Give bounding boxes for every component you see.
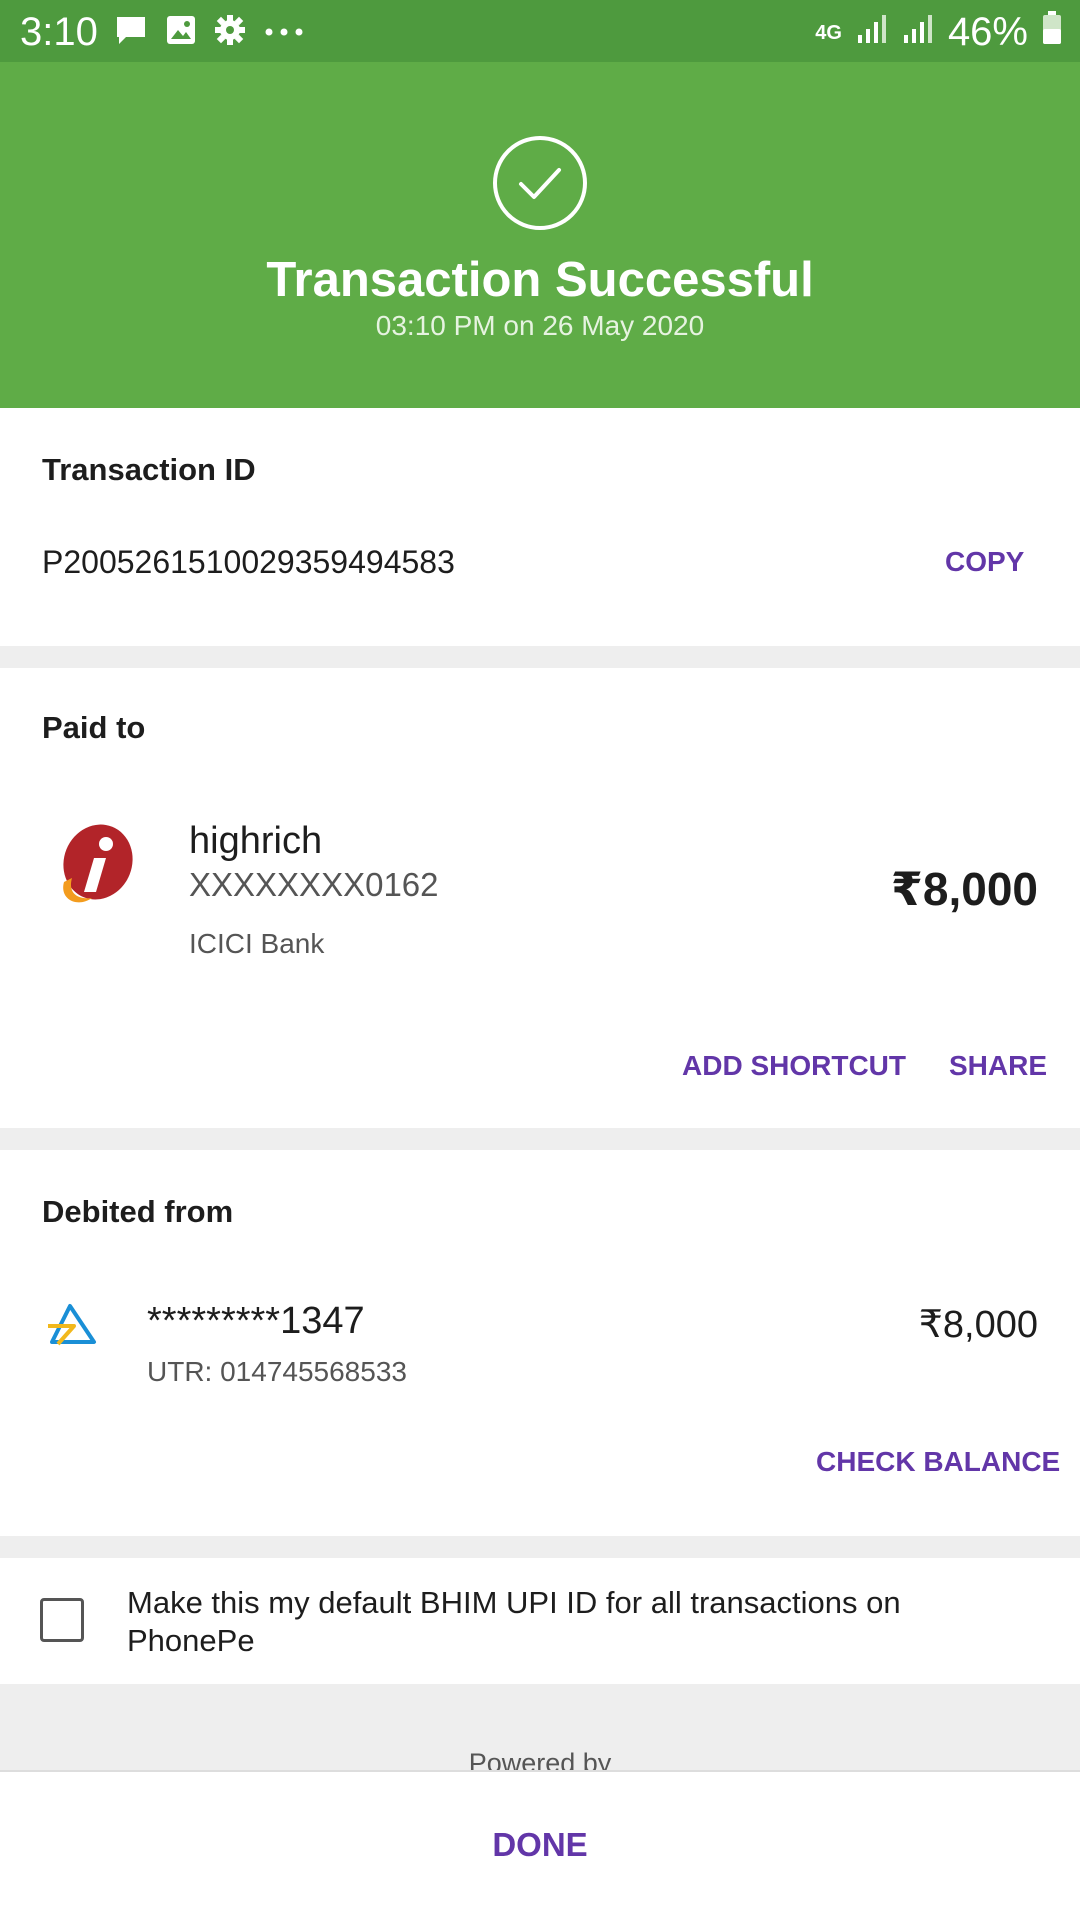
debited-from-label: Debited from: [42, 1194, 234, 1229]
utr-number: UTR: 014745568533: [147, 1356, 407, 1387]
add-shortcut-button[interactable]: ADD SHORTCUT: [682, 1050, 906, 1082]
share-button[interactable]: SHARE: [949, 1050, 1047, 1082]
transaction-id-label: Transaction ID: [42, 452, 256, 487]
section-divider: [0, 1536, 1080, 1558]
page-title: Transaction Successful: [266, 253, 814, 307]
paid-to-section: Paid to highrich XXXXXXXX0162 ICICI Bank…: [0, 668, 1080, 1128]
status-notification-icons: [114, 14, 304, 51]
copy-button[interactable]: COPY: [945, 546, 1024, 578]
payee-account: XXXXXXXX0162: [189, 866, 439, 903]
status-time: 3:10: [20, 10, 98, 54]
paid-amount: ₹8,000: [890, 863, 1038, 915]
more-dots-icon: [264, 24, 304, 42]
image-icon: [166, 15, 196, 50]
done-button[interactable]: DONE: [0, 1826, 1080, 1864]
check-balance-button[interactable]: CHECK BALANCE: [816, 1446, 1060, 1478]
battery-icon: [1042, 10, 1062, 55]
debited-from-section: Debited from *********1347 UTR: 01474556…: [0, 1150, 1080, 1536]
paid-to-label: Paid to: [42, 710, 146, 745]
gear-icon: [214, 14, 246, 51]
section-divider: [0, 1128, 1080, 1150]
debit-account: *********1347: [147, 1300, 365, 1342]
payee-bank: ICICI Bank: [189, 928, 325, 959]
network-type-label: 4G: [815, 21, 842, 44]
battery-percent: 46%: [947, 10, 1028, 54]
status-bar: 3:10 4G 46%: [0, 0, 1080, 62]
signal-icon: [856, 10, 888, 55]
sbi-bank-logo: [48, 1304, 96, 1346]
transaction-datetime: 03:10 PM on 26 May 2020: [375, 310, 705, 341]
default-upi-checkbox[interactable]: [40, 1598, 84, 1642]
transaction-id-section: Transaction ID P2005261510029359494583 C…: [0, 408, 1080, 646]
transaction-id-value: P2005261510029359494583: [42, 544, 455, 580]
debited-amount: ₹8,000: [918, 1304, 1038, 1346]
signal-icon-2: [902, 10, 934, 55]
payee-name: highrich: [189, 820, 323, 862]
section-divider: [0, 646, 1080, 668]
chat-icon: [114, 14, 148, 51]
success-header: Transaction Successful 03:10 PM on 26 Ma…: [0, 62, 1080, 408]
success-check-icon: [493, 136, 587, 230]
icici-bank-logo: [63, 824, 133, 903]
default-upi-text[interactable]: Make this my default BHIM UPI ID for all…: [127, 1584, 1007, 1660]
status-right-icons: 4G 46%: [815, 10, 1062, 55]
